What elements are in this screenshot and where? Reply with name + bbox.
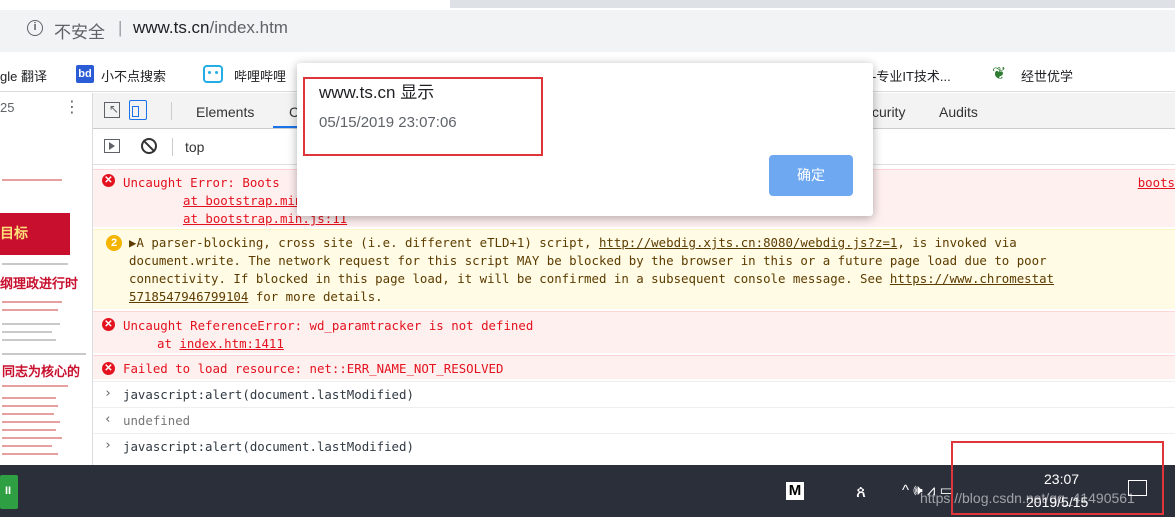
page-banner-text: 目标: [0, 225, 28, 241]
page-line: [2, 309, 58, 311]
page-line: [2, 397, 56, 399]
console-error-3: ✕ Failed to load resource: net::ERR_NAME…: [93, 355, 1175, 379]
error-1-text: Uncaught Error: Boots: [123, 175, 280, 190]
warning-webdig-link[interactable]: http://webdig.xjts.cn:8080/webdig.js?z=1: [599, 235, 897, 250]
error-2-text: Uncaught ReferenceError: wd_paramtracker…: [123, 318, 534, 333]
tab-security[interactable]: curity: [872, 104, 905, 120]
error-1-source-link[interactable]: boots: [1138, 174, 1175, 192]
people-icon[interactable]: ጰ: [856, 482, 866, 502]
error-1-stack-1[interactable]: at bootstrap.min.: [183, 192, 310, 210]
error-icon: ✕: [102, 362, 115, 375]
url-path: /index.htm: [209, 18, 288, 37]
page-line: [2, 339, 56, 341]
warning-text-a: ▶A parser-blocking, cross site (i.e. dif…: [129, 235, 599, 250]
warning-text-b: , is invoked via: [897, 235, 1017, 250]
insecure-label[interactable]: 不安全: [54, 18, 105, 43]
toolbar-divider: [172, 138, 173, 156]
page-heading-1: 纲理政进行时: [0, 276, 79, 291]
tab-audits[interactable]: Audits: [939, 104, 978, 120]
app-icon[interactable]: [0, 475, 18, 509]
address-bar-area: i 不安全 | www.ts.cn/index.htm: [0, 0, 1175, 60]
page-line: [2, 353, 86, 355]
error-icon: ✕: [102, 318, 115, 331]
kebab-menu-icon[interactable]: ⋮: [64, 97, 80, 117]
sidebar-toggle-icon[interactable]: [104, 139, 120, 153]
page-line: [2, 445, 52, 447]
leaf-icon: ❦: [992, 64, 1007, 83]
page-line: [2, 385, 68, 387]
bookmark-jingshi[interactable]: 经世优学: [1021, 66, 1073, 85]
warning-line-2: document.write. The network request for …: [129, 253, 1047, 268]
tab-strip: [0, 0, 1175, 8]
highlight-box-clock: [951, 441, 1164, 515]
bookmark-google-translate[interactable]: gle 翻译: [0, 66, 47, 85]
warning-line-4: 5718547946799104 for more details.: [129, 288, 383, 306]
baidu-icon: bd: [76, 65, 94, 83]
console-warning: 2 ▶A parser-blocking, cross site (i.e. d…: [93, 229, 1175, 309]
context-selector[interactable]: top: [185, 139, 204, 155]
url-separator: |: [118, 18, 123, 37]
warning-text-c: connectivity. If blocked in this page lo…: [129, 271, 890, 286]
input-2-text: javascript:alert(document.lastModified): [123, 439, 414, 454]
console-input-1[interactable]: › javascript:alert(document.lastModified…: [93, 381, 1175, 405]
page-line: [2, 323, 60, 325]
page-line: [2, 413, 54, 415]
page-line: [2, 331, 52, 333]
chevron-right-icon: ›: [104, 386, 112, 401]
page-line: [2, 263, 68, 265]
device-toolbar-icon[interactable]: [129, 100, 147, 120]
error-3-text: Failed to load resource: net::ERR_NAME_N…: [123, 361, 504, 376]
toolbar-divider: [171, 102, 172, 120]
warning-line-1: ▶A parser-blocking, cross site (i.e. dif…: [129, 234, 1017, 252]
active-tab[interactable]: [0, 0, 450, 8]
zoom-level: 25: [0, 100, 15, 115]
highlight-box-dialog: [303, 77, 543, 156]
chevron-left-icon: ‹: [104, 412, 112, 427]
warning-line-3: connectivity. If blocked in this page lo…: [129, 270, 1054, 288]
clear-console-icon[interactable]: [141, 138, 157, 154]
page-banner: 目标: [0, 213, 70, 255]
bookmark-xiaobudian[interactable]: 小不点搜索: [101, 66, 166, 85]
info-icon[interactable]: i: [27, 20, 43, 36]
bookmark-bilibili[interactable]: 哔哩哔哩: [234, 66, 286, 85]
page-line: [2, 437, 62, 439]
console-error-2: ✕ Uncaught ReferenceError: wd_paramtrack…: [93, 311, 1175, 353]
page-heading-2: 同志为核心的: [2, 364, 81, 379]
error-2-stack-prefix: at: [157, 336, 180, 351]
page-line: [2, 453, 58, 455]
page-viewport: 25 ⋮ 目标 纲理政进行时 同志为核心的: [0, 93, 93, 465]
bookmark-it-tech[interactable]: -专业IT技术...: [872, 66, 951, 85]
input-1-text: javascript:alert(document.lastModified): [123, 387, 414, 402]
m-app-icon[interactable]: M: [786, 482, 804, 500]
warning-feature-id[interactable]: 5718547946799104: [129, 289, 248, 304]
output-1-text: undefined: [123, 413, 191, 428]
page-line: [2, 179, 62, 181]
error-2-stack: at index.htm:1411: [157, 335, 284, 353]
chevron-right-icon: ›: [104, 438, 112, 453]
warning-count-badge: 2: [106, 235, 122, 251]
page-line: [2, 421, 60, 423]
bilibili-icon: [203, 65, 223, 83]
page-line: [2, 301, 62, 303]
page-line: [2, 405, 58, 407]
console-output-1: ‹ undefined: [93, 407, 1175, 431]
inspect-element-icon[interactable]: [104, 102, 120, 118]
warning-text-d: for more details.: [248, 289, 383, 304]
page-thumbnail: 目标 纲理政进行时 同志为核心的: [0, 129, 92, 465]
url-domain: www.ts.cn: [133, 18, 210, 37]
error-2-stack-link[interactable]: index.htm:1411: [179, 336, 283, 351]
tab-elements[interactable]: Elements: [196, 104, 254, 120]
page-line: [2, 429, 56, 431]
error-icon: ✕: [102, 174, 115, 187]
warning-chromestatus-link[interactable]: https://www.chromestat: [890, 271, 1054, 286]
ok-button[interactable]: 确定: [769, 155, 853, 196]
url-text[interactable]: www.ts.cn/index.htm: [133, 18, 288, 38]
